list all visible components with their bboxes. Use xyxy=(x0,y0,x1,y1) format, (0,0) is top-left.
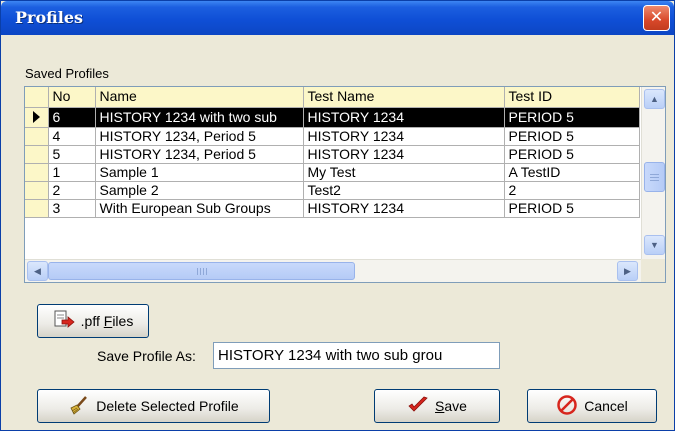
table-row[interactable]: 2 Sample 2 Test2 2 xyxy=(25,181,640,200)
chevron-left-icon: ◀ xyxy=(34,266,41,276)
save-profile-as-label: Save Profile As: xyxy=(97,348,196,364)
cell-test-name[interactable]: My Test xyxy=(303,163,505,182)
cell-no[interactable]: 3 xyxy=(48,199,96,218)
table-row[interactable]: 5 HISTORY 1234, Period 5 HISTORY 1234 PE… xyxy=(25,145,640,164)
scroll-up-button[interactable]: ▲ xyxy=(644,89,665,109)
cell-name[interactable]: Sample 1 xyxy=(95,163,304,182)
cell-name[interactable]: HISTORY 1234, Period 5 xyxy=(95,145,304,164)
cell-test-id[interactable]: 2 xyxy=(504,181,640,200)
vertical-scroll-thumb[interactable] xyxy=(644,162,665,192)
cell-test-id[interactable]: PERIOD 5 xyxy=(504,145,640,164)
cell-test-name[interactable]: HISTORY 1234 xyxy=(303,107,505,128)
cell-test-id[interactable]: A TestID xyxy=(504,163,640,182)
table-row[interactable]: 3 With European Sub Groups HISTORY 1234 … xyxy=(25,199,640,218)
row-indicator-header xyxy=(25,87,49,108)
no-entry-icon xyxy=(556,394,578,419)
chevron-up-icon: ▲ xyxy=(650,94,659,104)
cell-no[interactable]: 2 xyxy=(48,181,96,200)
profiles-grid[interactable]: No Name Test Name Test ID 6 HISTORY 1234… xyxy=(24,86,666,283)
scroll-left-button[interactable]: ◀ xyxy=(27,261,48,281)
delete-selected-profile-label: Delete Selected Profile xyxy=(96,398,239,414)
cell-test-id[interactable]: PERIOD 5 xyxy=(504,199,640,218)
title-bar[interactable]: Profiles ✕ xyxy=(1,1,674,35)
horizontal-scrollbar[interactable]: ◀ ▶ xyxy=(25,259,641,282)
save-button[interactable]: Save xyxy=(374,389,500,423)
scrollbar-corner xyxy=(641,259,665,282)
chevron-right-icon: ▶ xyxy=(624,266,631,276)
file-export-icon xyxy=(53,310,75,333)
cell-test-id[interactable]: PERIOD 5 xyxy=(504,107,640,128)
column-header-test-id[interactable]: Test ID xyxy=(504,87,640,108)
cell-name[interactable]: With European Sub Groups xyxy=(95,199,304,218)
cell-name[interactable]: HISTORY 1234, Period 5 xyxy=(95,127,304,146)
row-selector-cell[interactable] xyxy=(25,107,49,128)
cell-no[interactable]: 6 xyxy=(48,107,96,128)
grip-icon xyxy=(650,174,659,181)
cell-no[interactable]: 5 xyxy=(48,145,96,164)
pff-files-button[interactable]: .pff Files xyxy=(37,304,149,338)
cell-test-id[interactable]: PERIOD 5 xyxy=(504,127,640,146)
grip-icon xyxy=(197,268,207,275)
vertical-scrollbar[interactable]: ▲ ▼ xyxy=(641,87,665,259)
row-pointer-icon xyxy=(32,110,40,123)
chevron-down-icon: ▼ xyxy=(650,240,659,250)
table-header-row: No Name Test Name Test ID xyxy=(25,87,640,108)
checkmark-icon xyxy=(407,395,429,418)
row-selector-cell[interactable] xyxy=(25,181,49,200)
cell-no[interactable]: 4 xyxy=(48,127,96,146)
window-title: Profiles xyxy=(15,8,84,27)
cell-test-name[interactable]: HISTORY 1234 xyxy=(303,145,505,164)
cell-test-name[interactable]: HISTORY 1234 xyxy=(303,127,505,146)
column-header-test-name[interactable]: Test Name xyxy=(303,87,505,108)
row-selector-cell[interactable] xyxy=(25,163,49,182)
delete-selected-profile-button[interactable]: Delete Selected Profile xyxy=(37,389,270,423)
scroll-right-button[interactable]: ▶ xyxy=(617,261,638,281)
profiles-dialog: Profiles ✕ Saved Profiles No Name Test N… xyxy=(0,0,675,431)
row-selector-cell[interactable] xyxy=(25,127,49,146)
cell-test-name[interactable]: HISTORY 1234 xyxy=(303,199,505,218)
pff-files-label: .pff Files xyxy=(80,313,134,329)
scroll-down-button[interactable]: ▼ xyxy=(644,235,665,255)
horizontal-scroll-thumb[interactable] xyxy=(48,262,355,280)
cell-test-name[interactable]: Test2 xyxy=(303,181,505,200)
close-button[interactable]: ✕ xyxy=(643,5,670,31)
cell-name[interactable]: HISTORY 1234 with two sub xyxy=(95,107,304,128)
save-profile-as-input[interactable] xyxy=(213,342,500,369)
row-selector-cell[interactable] xyxy=(25,145,49,164)
close-icon: ✕ xyxy=(649,7,664,26)
cancel-button[interactable]: Cancel xyxy=(527,389,657,423)
column-header-no[interactable]: No xyxy=(48,87,96,108)
cell-name[interactable]: Sample 2 xyxy=(95,181,304,200)
profiles-table: No Name Test Name Test ID 6 HISTORY 1234… xyxy=(25,87,640,218)
broom-icon xyxy=(68,395,90,418)
table-row[interactable]: 1 Sample 1 My Test A TestID xyxy=(25,163,640,182)
saved-profiles-label: Saved Profiles xyxy=(25,66,109,81)
row-selector-cell[interactable] xyxy=(25,199,49,218)
save-label: Save xyxy=(435,398,467,414)
cell-no[interactable]: 1 xyxy=(48,163,96,182)
table-row[interactable]: 6 HISTORY 1234 with two sub HISTORY 1234… xyxy=(25,107,640,128)
table-row[interactable]: 4 HISTORY 1234, Period 5 HISTORY 1234 PE… xyxy=(25,127,640,146)
cancel-label: Cancel xyxy=(584,398,628,414)
column-header-name[interactable]: Name xyxy=(95,87,304,108)
